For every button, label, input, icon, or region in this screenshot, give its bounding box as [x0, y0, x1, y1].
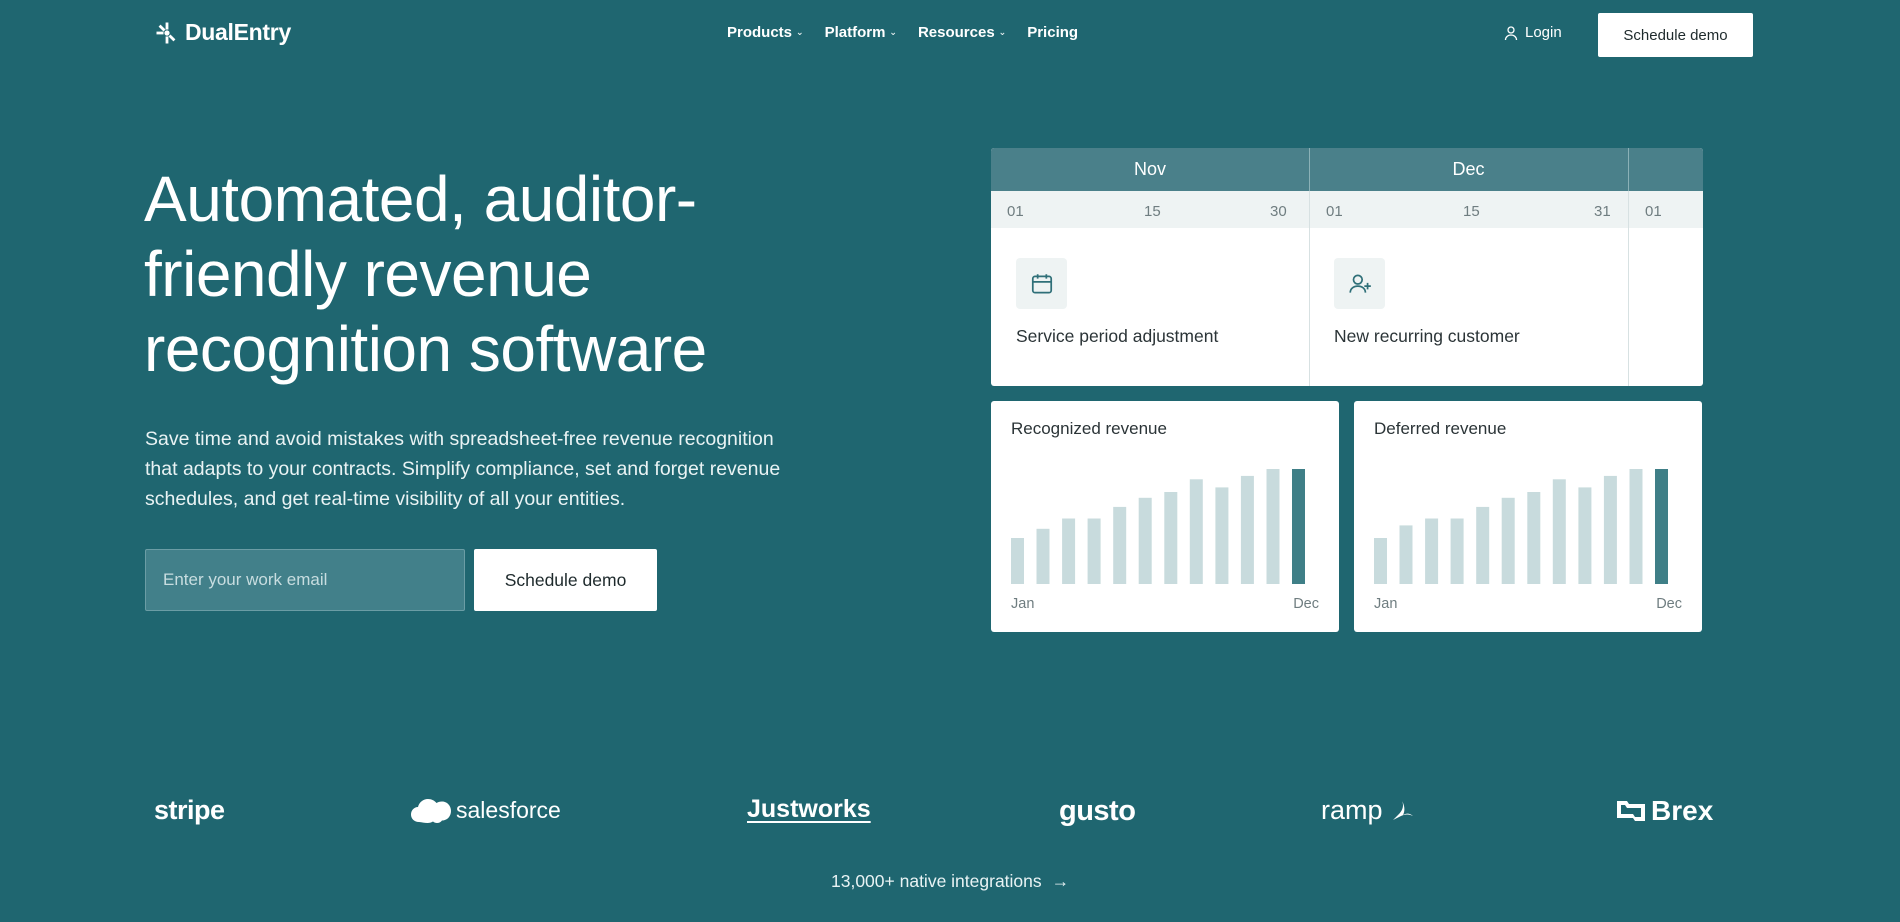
nav-item-resources[interactable]: Resources ⌄ — [918, 24, 1006, 41]
justworks-logo-text: Justworks — [747, 795, 871, 823]
chart-x-start-label: Jan — [1374, 596, 1398, 612]
nav-item-platform[interactable]: Platform ⌄ — [825, 24, 897, 41]
brex-logo-text: Brex — [1651, 795, 1714, 826]
timeline-month-dec: Dec — [1452, 159, 1485, 179]
bar-may — [1113, 506, 1127, 584]
arrow-right-icon: → — [1051, 871, 1070, 891]
bar-sep — [1215, 487, 1229, 584]
timeline-day-tick: 31 — [1594, 203, 1611, 220]
bar-aug — [1189, 479, 1203, 584]
recognized-revenue-chart — [1011, 469, 1305, 584]
nav-schedule-demo-button[interactable]: Schedule demo — [1598, 13, 1753, 57]
timeline-day-tick: 01 — [1007, 203, 1024, 220]
timeline-day-tick: 15 — [1144, 203, 1161, 220]
event-icon-box — [1016, 258, 1067, 309]
bar-feb — [1399, 525, 1413, 584]
bar-feb — [1036, 528, 1050, 584]
work-email-input[interactable] — [145, 549, 465, 611]
bar-jun — [1501, 497, 1515, 584]
bar-oct — [1240, 475, 1254, 584]
bar-dec — [1292, 469, 1305, 584]
chart-x-end-label: Dec — [1293, 596, 1319, 612]
bar-may — [1476, 506, 1490, 584]
bar-nov — [1266, 469, 1280, 584]
bar-jan — [1374, 538, 1387, 584]
stripe-logo: stripe — [154, 795, 225, 826]
chart-x-end-label: Dec — [1656, 596, 1682, 612]
timeline-header-divider — [1309, 148, 1310, 191]
deferred-revenue-chart — [1374, 469, 1668, 584]
event-label-service-period: Service period adjustment — [1016, 326, 1219, 346]
login-link[interactable]: Login — [1503, 24, 1562, 41]
chevron-down-icon: ⌄ — [889, 27, 897, 37]
bar-jul — [1527, 492, 1541, 584]
hero-subtitle: Save time and avoid mistakes with spread… — [145, 428, 781, 510]
ramp-mark-icon — [1392, 800, 1413, 820]
user-plus-icon — [1348, 273, 1371, 293]
nav-item-products[interactable]: Products ⌄ — [727, 24, 804, 41]
deferred-revenue-title: Deferred revenue — [1374, 419, 1507, 438]
hero-schedule-demo-button[interactable]: Schedule demo — [474, 549, 657, 611]
bar-oct — [1603, 475, 1617, 584]
recognized-revenue-card: Recognized revenue Jan Dec — [991, 401, 1339, 632]
hero-title: Automated, auditor-friendly revenue reco… — [144, 163, 707, 385]
nav-label-platform: Platform — [824, 24, 886, 41]
nav-label-pricing: Pricing — [1027, 24, 1079, 41]
timeline-header-divider — [1628, 148, 1629, 191]
integrations-link-label: 13,000+ native integrations — [831, 871, 1042, 891]
salesforce-logo-text: salesforce — [456, 796, 561, 823]
brex-logo: Brex — [1615, 795, 1713, 827]
event-icon-box — [1334, 258, 1385, 309]
chart-x-start-label: Jan — [1011, 596, 1035, 612]
event-label-new-customer: New recurring customer — [1334, 326, 1520, 346]
login-label: Login — [1525, 24, 1562, 41]
nav-label-products: Products — [727, 24, 793, 41]
revenue-timeline-card: Nov Dec 01 15 30 01 15 31 01 Service per… — [991, 148, 1703, 386]
timeline-day-tick: 30 — [1270, 203, 1287, 220]
ramp-logo: ramp — [1321, 795, 1415, 826]
bar-dec — [1655, 469, 1668, 584]
user-icon — [1504, 25, 1518, 40]
bar-sep — [1578, 487, 1592, 584]
justworks-logo: Justworks — [747, 795, 871, 824]
recognized-revenue-title: Recognized revenue — [1011, 419, 1167, 438]
native-integrations-link[interactable]: 13,000+ native integrations → — [831, 871, 1069, 892]
bar-jul — [1164, 492, 1178, 584]
gusto-logo: gusto — [1059, 795, 1136, 828]
nav-item-pricing[interactable]: Pricing — [1027, 24, 1078, 41]
timeline-day-tick: 15 — [1463, 203, 1480, 220]
salesforce-logo: salesforce — [410, 795, 561, 825]
bar-mar — [1425, 518, 1439, 584]
timeline-month-nov: Nov — [1133, 159, 1166, 179]
brex-mark-icon — [1617, 801, 1645, 821]
timeline-day-tick: 01 — [1645, 203, 1662, 220]
nav-label-resources: Resources — [917, 24, 995, 41]
logo-mark-icon — [156, 22, 176, 43]
stripe-logo-text: stripe — [154, 795, 225, 825]
bar-apr — [1450, 518, 1464, 584]
salesforce-cloud-icon — [411, 799, 451, 823]
logo-text: DualEntry — [185, 19, 291, 45]
calendar-icon — [1031, 273, 1052, 294]
timeline-day-tick: 01 — [1326, 203, 1343, 220]
gusto-logo-text: gusto — [1059, 795, 1136, 827]
bar-nov — [1629, 469, 1643, 584]
bar-jan — [1011, 538, 1024, 584]
ramp-logo-text: ramp — [1321, 795, 1383, 825]
chevron-down-icon: ⌄ — [796, 27, 804, 37]
chevron-down-icon: ⌄ — [998, 27, 1007, 37]
bar-aug — [1552, 479, 1566, 584]
site-logo[interactable]: DualEntry — [155, 19, 291, 46]
deferred-revenue-card: Deferred revenue Jan Dec — [1354, 401, 1702, 632]
bar-jun — [1138, 497, 1152, 584]
bar-apr — [1087, 518, 1101, 584]
integration-logos: stripe salesforce Justworks gusto ramp B… — [0, 795, 1900, 835]
bar-mar — [1062, 518, 1076, 584]
main-nav: Products ⌄ Platform ⌄ Resources ⌄ Pricin… — [727, 24, 1078, 41]
